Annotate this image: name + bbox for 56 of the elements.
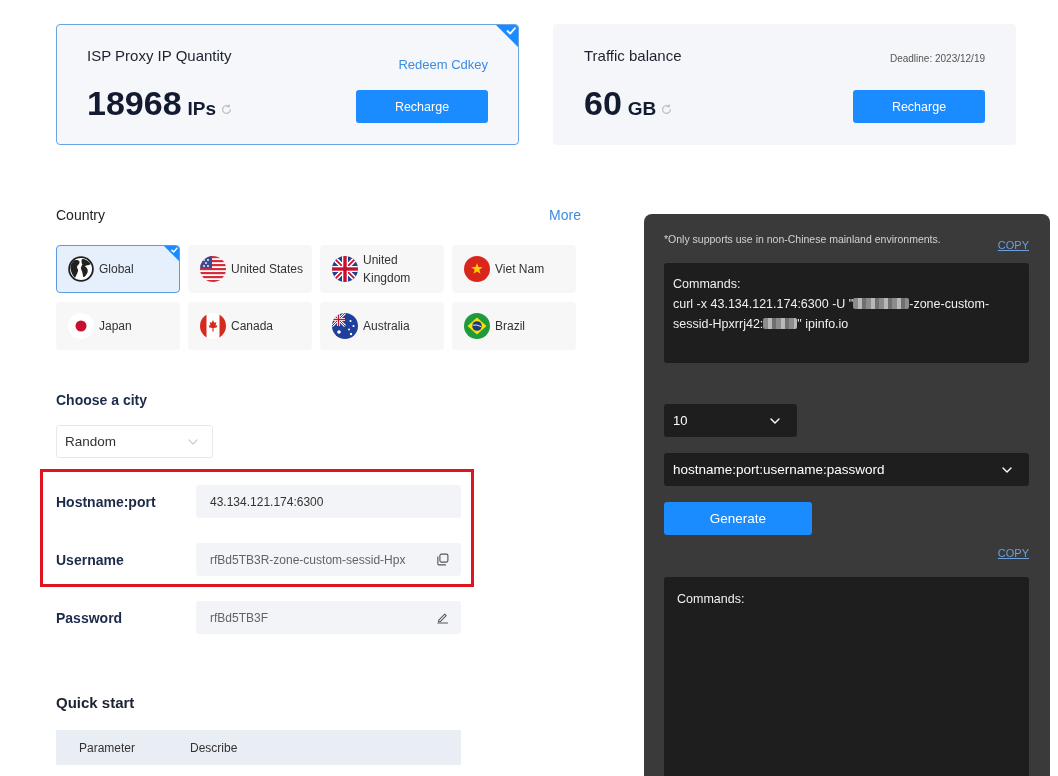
country-option[interactable]: Australia: [320, 302, 444, 350]
brazil-flag-icon: [464, 313, 490, 339]
unit-label: IPs: [187, 98, 217, 120]
copy-link[interactable]: COPY: [997, 238, 1029, 252]
city-select[interactable]: Random: [56, 425, 213, 458]
vietnam-flag-icon: [464, 256, 490, 282]
command-text: " ipinfo.io: [797, 317, 849, 331]
more-link[interactable]: More: [549, 206, 581, 224]
globe-icon: [68, 256, 94, 282]
commands-label: Commands:: [673, 276, 742, 293]
redacted-blur-icon: [763, 318, 798, 329]
field-label: Hostname:port: [56, 493, 157, 510]
country-option[interactable]: Brazil: [452, 302, 576, 350]
australia-flag-icon: [332, 313, 358, 339]
section-label: Choose a city: [56, 392, 148, 408]
field-label: Password: [56, 609, 124, 626]
command-text: -zone-custom-: [909, 297, 990, 311]
section-label: Country: [56, 206, 106, 224]
unit-label: GB: [627, 98, 657, 120]
input-field[interactable]: 43.134.121.174:6300: [196, 485, 461, 518]
field-label: Username: [56, 551, 125, 568]
section-title: Quick start: [56, 694, 135, 712]
country-option[interactable]: Global: [56, 245, 180, 293]
column-header: Describe: [190, 740, 238, 755]
notice-text: *Only supports use in non-Chinese mainland environments.: [664, 232, 941, 246]
command-text: sessid-Hpxrrj42:: [673, 317, 764, 331]
input-field[interactable]: rfBd5TB3R-zone-custom-sessid-Hpx: [196, 543, 461, 576]
deadline-text: Deadline: 2023/12/19: [889, 52, 985, 66]
country-option[interactable]: Japan: [56, 302, 180, 350]
uk-flag-icon: [332, 256, 358, 282]
format-select[interactable]: hostname:port:username:password: [664, 453, 1029, 486]
country-option[interactable]: United States: [188, 245, 312, 293]
chevron-down-icon: [1002, 466, 1012, 473]
country-option[interactable]: Canada: [188, 302, 312, 350]
commands-label: Commands:: [677, 591, 746, 607]
amount-value: 60: [584, 83, 622, 123]
card-title: ISP Proxy IP Quantity: [87, 47, 233, 65]
amount-value: 18968: [87, 83, 182, 123]
check-corner-icon: [164, 246, 179, 261]
chevron-down-icon: [770, 417, 780, 424]
country-option[interactable]: United Kingdom: [320, 245, 444, 293]
count-select[interactable]: 10: [664, 404, 797, 437]
edit-icon[interactable]: [436, 611, 449, 624]
us-flag-icon: [200, 256, 226, 282]
country-option[interactable]: Viet Nam: [452, 245, 576, 293]
copy-icon[interactable]: [436, 553, 449, 566]
command-text: curl -x 43.134.121.174:6300 -U ": [673, 297, 854, 311]
japan-flag-icon: [68, 313, 94, 339]
check-corner-icon: [496, 25, 518, 47]
canada-flag-icon: [200, 313, 226, 339]
card-title: Traffic balance: [584, 47, 682, 65]
copy-link[interactable]: COPY: [997, 546, 1029, 560]
redacted-blur-icon: [853, 298, 910, 309]
input-field[interactable]: rfBd5TB3F: [196, 601, 461, 634]
chevron-down-icon: [188, 438, 198, 445]
column-header: Parameter: [79, 740, 137, 755]
